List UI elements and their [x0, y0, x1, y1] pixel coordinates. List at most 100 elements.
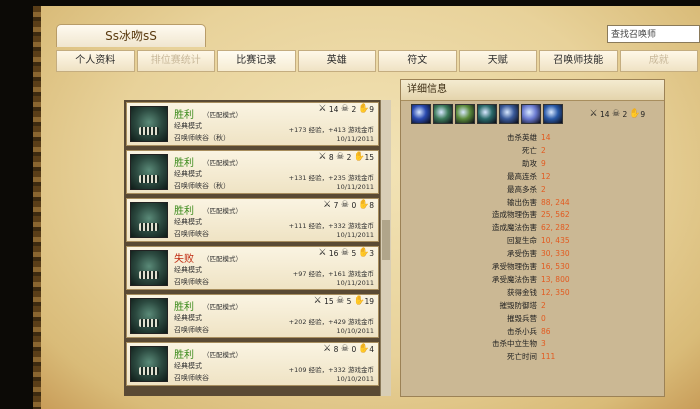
- sword-icon: ⚔: [313, 296, 322, 306]
- item-icon[interactable]: [543, 104, 563, 124]
- stat-row: 最高多杀 2: [401, 184, 664, 196]
- match-row[interactable]: 失败 （匹配模式） 经典模式 召唤师峡谷 ⚔ 16 ☠ 5 ✋ 3 +97 经验，+161 游戏金币…: [126, 246, 379, 290]
- match-deaths: 2: [346, 153, 352, 162]
- match-row[interactable]: 胜利 （匹配模式） 经典模式 召唤师峡谷 ⚔ 7 ☠ 0 ✋ 8 +111 经验，+332 游戏金币…: [126, 198, 379, 242]
- tab-item[interactable]: 符文: [378, 50, 457, 72]
- match-queue-mode: （匹配模式）: [203, 159, 242, 167]
- stat-label: 承受物理伤害: [492, 262, 537, 271]
- match-game-type: 经典模式: [174, 266, 202, 274]
- tab-item[interactable]: 天赋: [458, 50, 537, 72]
- stat-value: 88, 244: [541, 197, 570, 207]
- match-result: 失败: [174, 254, 194, 265]
- champion-portrait: [130, 106, 168, 142]
- tab-item[interactable]: 成就: [619, 50, 698, 72]
- match-deaths: 0: [351, 345, 357, 354]
- summoner-name-tab: Ss冰吻sS: [56, 24, 206, 47]
- match-result: 胜利: [174, 158, 194, 169]
- stat-value: 16, 530: [541, 262, 570, 271]
- match-assists: 4: [369, 345, 374, 354]
- stat-row: 死亡时间 111: [401, 351, 664, 363]
- stat-row: 摧毁兵营 0: [401, 313, 664, 325]
- detail-kda: ⚔ 14 ☠ 2 ✋ 9: [587, 109, 645, 120]
- match-rewards: +109 经验，+332 游戏金币: [288, 366, 374, 374]
- match-kda: ⚔ 7 ☠ 0 ✋ 8: [321, 200, 374, 211]
- skull-icon: ☠: [336, 296, 345, 306]
- match-kills: 7: [333, 201, 339, 210]
- summoner-search-input[interactable]: 查找召唤师: [607, 25, 700, 43]
- match-history-list: 胜利 （匹配模式） 经典模式 召唤师峡谷（秋） ⚔ 14 ☠ 2 ✋ 9 +173 经验，+413 …: [124, 100, 391, 396]
- match-kills: 8: [328, 153, 334, 162]
- item-icon[interactable]: [499, 104, 519, 124]
- stat-value: 13, 800: [541, 274, 570, 284]
- hand-icon: ✋: [353, 152, 365, 162]
- stat-label: 最高连杀: [507, 171, 537, 181]
- tab-item[interactable]: 英雄: [297, 50, 376, 72]
- sword-icon: ⚔: [323, 200, 332, 210]
- tab-item[interactable]: 召唤师技能: [539, 50, 618, 72]
- skull-icon: ☠: [340, 104, 349, 114]
- item-icon[interactable]: [521, 104, 541, 124]
- stat-value: 25, 562: [541, 210, 570, 220]
- item-icon[interactable]: [433, 104, 453, 124]
- match-deaths: 5: [346, 297, 352, 306]
- stat-value: 14: [541, 133, 551, 142]
- match-map: 召唤师峡谷: [174, 230, 209, 238]
- stat-label: 摧毁兵营: [507, 313, 537, 323]
- match-list-scrollbar[interactable]: [380, 100, 391, 396]
- sword-icon: ⚔: [323, 344, 332, 354]
- stat-value: 86: [541, 326, 551, 336]
- match-detail-panel: 详细信息 ⚔ 14 ☠ 2 ✋ 9 击杀英雄 14 死亡 2 助攻 9 最高连杀 12 最高多杀 2 输出…: [400, 79, 665, 397]
- stat-label: 回复生命: [507, 236, 537, 246]
- stat-row: 击杀中立生物 3: [401, 338, 664, 350]
- stat-label: 死亡时间: [507, 352, 537, 362]
- match-row[interactable]: 胜利 （匹配模式） 经典模式 召唤师峡谷 ⚔ 8 ☠ 0 ✋ 4 +109 经验，+332 游戏金币…: [126, 342, 379, 386]
- item-icon[interactable]: [455, 104, 475, 124]
- champion-portrait: [130, 298, 168, 334]
- tab-item[interactable]: 个人资料: [56, 50, 135, 72]
- match-map: 召唤师峡谷: [174, 278, 209, 286]
- item-build-row: [411, 104, 565, 124]
- match-date: 10/11/2011: [336, 183, 374, 191]
- match-date: 10/10/2011: [336, 375, 374, 383]
- hand-icon: ✋: [353, 296, 365, 306]
- match-map: 召唤师峡谷: [174, 326, 209, 334]
- tab-item[interactable]: 比赛记录: [217, 50, 296, 72]
- stat-label: 承受伤害: [507, 249, 537, 259]
- stat-label: 助攻: [522, 158, 537, 168]
- match-row[interactable]: 胜利 （匹配模式） 经典模式 召唤师峡谷（秋） ⚔ 8 ☠ 2 ✋ 15 +131 经验，+235 …: [126, 150, 379, 194]
- match-kda: ⚔ 15 ☠ 5 ✋ 19: [311, 296, 374, 307]
- match-row[interactable]: 胜利 （匹配模式） 经典模式 召唤师峡谷 ⚔ 15 ☠ 5 ✋ 19 +202 经验，+429 游戏…: [126, 294, 379, 338]
- stat-row: 造成物理伤害 25, 562: [401, 209, 664, 221]
- item-icon[interactable]: [477, 104, 497, 124]
- match-assists: 9: [369, 105, 374, 114]
- stat-value: 2: [541, 184, 546, 194]
- match-kills: 16: [328, 249, 339, 258]
- hand-icon: ✋: [629, 109, 641, 119]
- match-date: 10/11/2011: [336, 135, 374, 143]
- champion-portrait: [130, 154, 168, 190]
- stat-value: 30, 330: [541, 249, 570, 259]
- match-deaths: 0: [351, 201, 357, 210]
- stat-label: 击杀小兵: [507, 326, 537, 336]
- stat-row: 摧毁防御塔 2: [401, 300, 664, 312]
- stat-value: 12, 350: [541, 287, 570, 297]
- stat-row: 击杀英雄 14: [401, 132, 664, 144]
- search-placeholder: 查找召唤师: [611, 30, 657, 40]
- stat-value: 2: [541, 300, 546, 310]
- match-game-type: 经典模式: [174, 314, 202, 322]
- match-row[interactable]: 胜利 （匹配模式） 经典模式 召唤师峡谷（秋） ⚔ 14 ☠ 2 ✋ 9 +173 经验，+413 …: [126, 102, 379, 146]
- scroll-thumb[interactable]: [382, 220, 390, 260]
- skull-icon: ☠: [340, 344, 349, 354]
- match-deaths: 5: [351, 249, 357, 258]
- tab-item[interactable]: 排位赛统计: [136, 50, 215, 72]
- stat-label: 死亡: [522, 145, 537, 155]
- hand-icon: ✋: [358, 248, 370, 258]
- stat-row: 承受物理伤害 16, 530: [401, 261, 664, 273]
- stat-label: 造成物理伤害: [492, 210, 537, 220]
- champion-portrait: [130, 202, 168, 238]
- stat-value: 9: [541, 158, 546, 168]
- match-deaths: 2: [351, 105, 357, 114]
- match-kills: 15: [324, 297, 334, 306]
- item-icon[interactable]: [411, 104, 431, 124]
- sword-icon: ⚔: [589, 109, 598, 119]
